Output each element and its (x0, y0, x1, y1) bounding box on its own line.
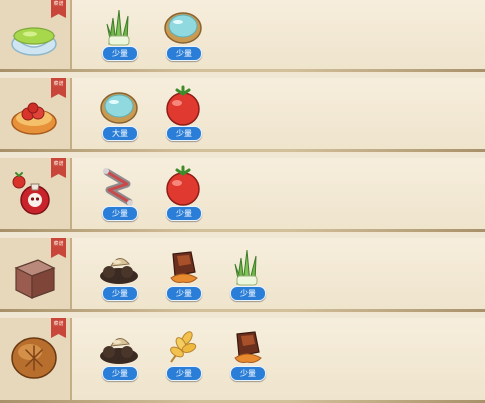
quantity-label: 大量 (102, 126, 138, 141)
meat-cube-icon (14, 259, 56, 299)
water-bowl-icon (100, 92, 138, 124)
recipe-row[interactable]: 菜谱 少量 少量 (0, 0, 485, 72)
scallion-icon (234, 249, 258, 286)
bread-bun-icon (11, 337, 57, 379)
scallion-icon (106, 9, 130, 46)
dish-slot[interactable]: 菜谱 (0, 238, 72, 309)
recipe-row[interactable]: 菜谱 少量 少量 (0, 238, 485, 312)
dish-slot[interactable]: 菜谱 (0, 0, 72, 69)
ingredient-slot[interactable]: 少量 (222, 324, 272, 388)
mushroom-pile-icon (100, 338, 138, 364)
mushroom-pile-icon (100, 258, 138, 284)
dish-slot[interactable]: 菜谱 (0, 318, 72, 400)
ingredient-slot[interactable]: 大量 (94, 84, 144, 148)
ingredient-slot[interactable]: 少量 (222, 244, 272, 308)
quantity-label: 少量 (166, 366, 202, 381)
recipe-row[interactable]: 菜谱 大量 少量 (0, 78, 485, 152)
quantity-label: 少量 (102, 206, 138, 221)
roasted-meat-icon (234, 331, 262, 363)
ingredient-slot[interactable]: 少量 (94, 164, 144, 228)
red-bone-icon (103, 168, 133, 206)
ingredient-slot[interactable]: 少量 (158, 244, 208, 308)
tomato-skull-bottle-icon (12, 172, 50, 215)
wheat-icon (170, 331, 197, 363)
ingredient-slot[interactable]: 少量 (94, 244, 144, 308)
quantity-label: 少量 (166, 46, 202, 61)
recipe-list: 菜谱 少量 少量 菜谱 大量 少量 菜谱 少量 少量 菜谱 少量 少量 少量 菜… (0, 0, 485, 403)
tomato-dish-icon (11, 102, 57, 135)
quantity-label: 少量 (230, 366, 266, 381)
quantity-label: 少量 (166, 286, 202, 301)
dish-slot[interactable]: 菜谱 (0, 158, 72, 229)
ingredient-slot[interactable]: 少量 (94, 4, 144, 68)
quantity-label: 少量 (166, 206, 202, 221)
ingredient-slot[interactable]: 少量 (158, 84, 208, 148)
water-bowl-icon (164, 12, 202, 44)
quantity-label: 少量 (102, 286, 138, 301)
tomato-icon (166, 165, 200, 206)
recipe-row[interactable]: 菜谱 少量 少量 (0, 158, 485, 232)
quantity-label: 少量 (166, 126, 202, 141)
recipe-row[interactable]: 菜谱 少量 少量 (0, 318, 485, 403)
roasted-meat-icon (170, 251, 198, 283)
ingredient-slot[interactable]: 少量 (158, 4, 208, 68)
green-soup-bowl-icon (11, 27, 57, 56)
tomato-icon (166, 85, 200, 126)
dish-slot[interactable]: 菜谱 (0, 78, 72, 149)
ingredient-slot[interactable]: 少量 (158, 164, 208, 228)
quantity-label: 少量 (102, 366, 138, 381)
ingredient-slot[interactable]: 少量 (158, 324, 208, 388)
quantity-label: 少量 (230, 286, 266, 301)
quantity-label: 少量 (102, 46, 138, 61)
ingredient-slot[interactable]: 少量 (94, 324, 144, 388)
